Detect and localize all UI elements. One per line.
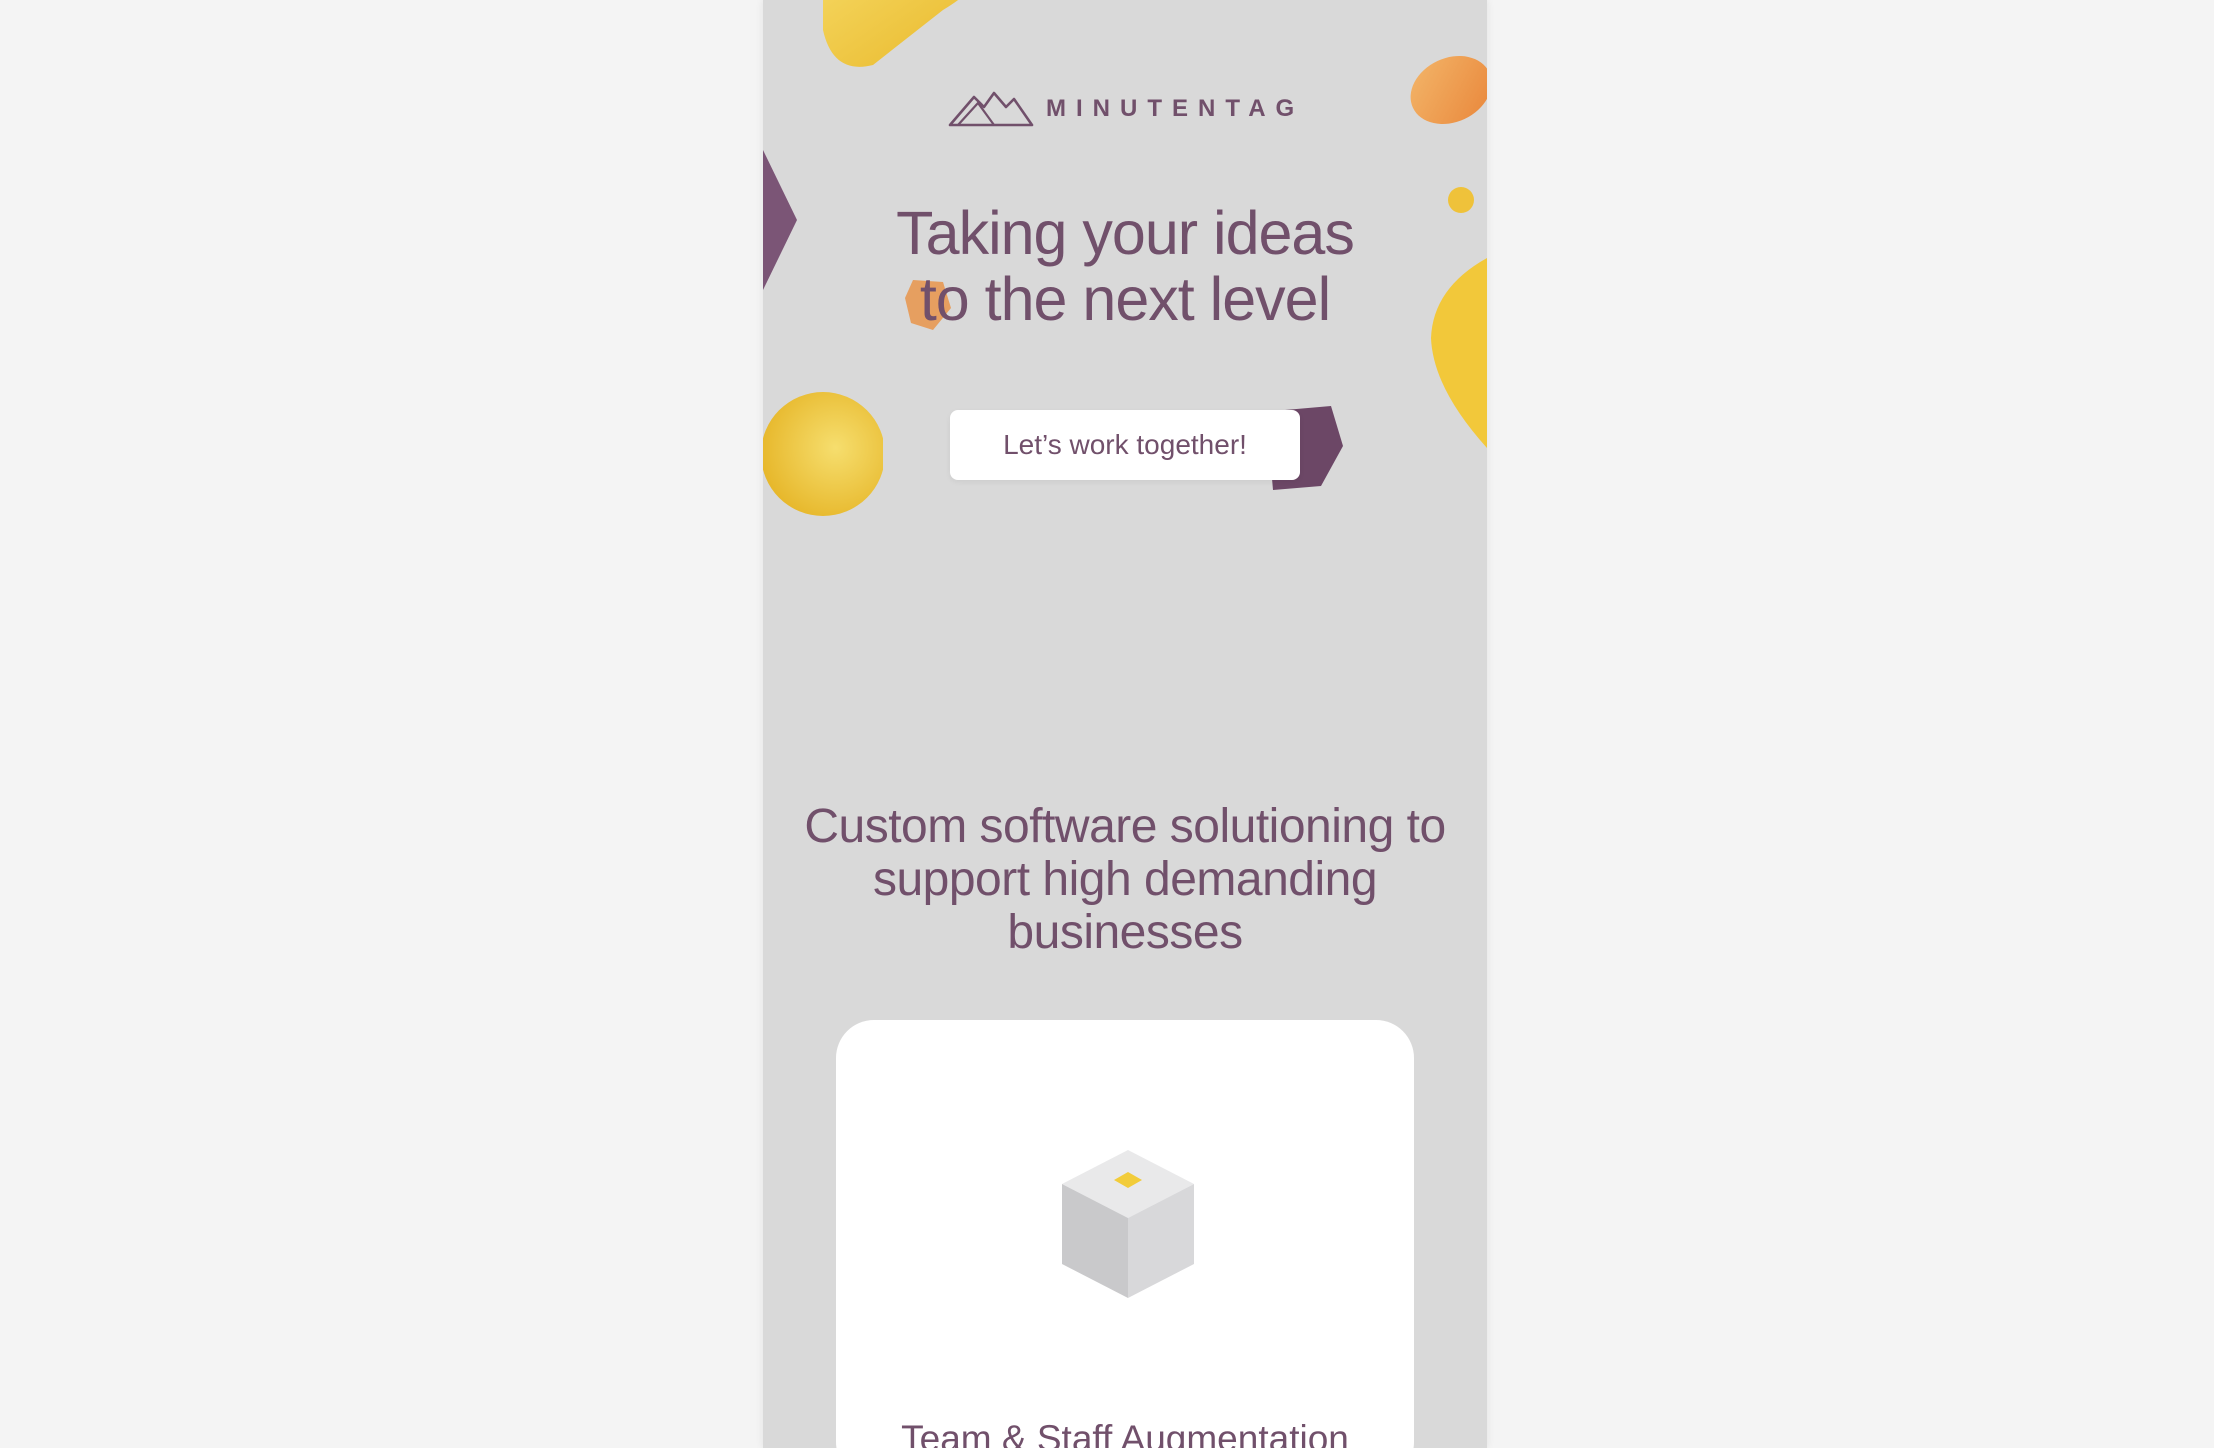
cube-icon: [1062, 1150, 1194, 1298]
hero-title-line-1: Taking your ideas: [896, 199, 1355, 267]
services-heading: Custom software solutioning to support h…: [804, 800, 1446, 959]
yellow-sphere-shape: [763, 392, 883, 516]
brand-name: MINUTENTAG: [1046, 95, 1305, 122]
hero-title-line-2: to the next level: [919, 265, 1331, 333]
mobile-viewport: MINUTENTAG Taking your ideas to the next…: [763, 0, 1487, 1448]
service-card-title: Team & Staff Augmentation: [901, 1418, 1349, 1448]
yellow-pill-shape: [823, 0, 958, 67]
service-card[interactable]: Team & Staff Augmentation: [836, 1020, 1414, 1448]
brand-logo[interactable]: MINUTENTAG: [948, 86, 1304, 132]
mountain-icon: [948, 91, 1034, 127]
hero-title: Taking your ideas to the next level: [763, 200, 1487, 332]
work-together-button[interactable]: Let’s work together!: [950, 410, 1300, 480]
orange-disc-shape: [1410, 55, 1487, 125]
